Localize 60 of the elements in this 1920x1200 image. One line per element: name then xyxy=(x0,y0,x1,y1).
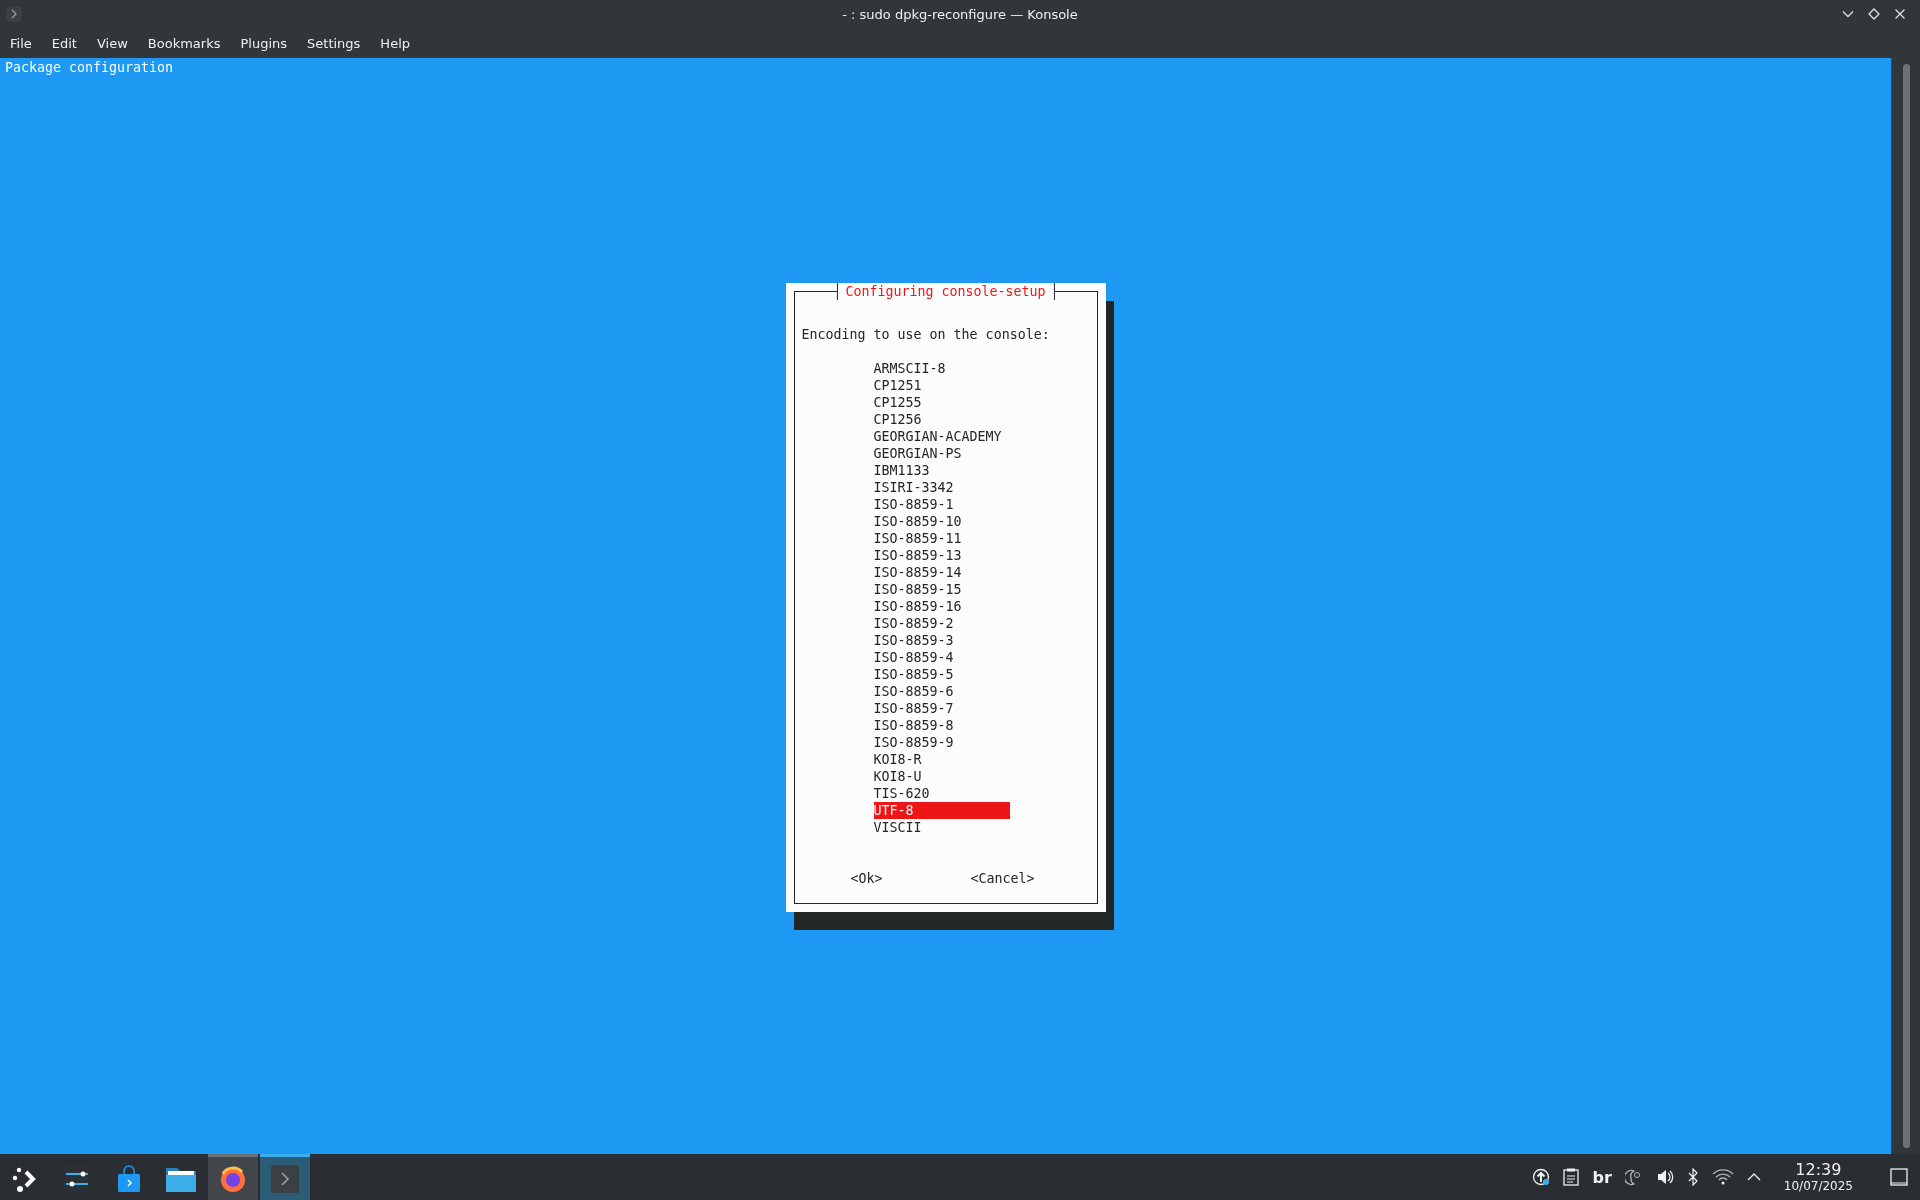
list-option[interactable]: KOI8-R xyxy=(873,750,1010,768)
list-option[interactable]: ISO-8859-5 xyxy=(873,665,1010,683)
list-option[interactable]: ISO-8859-16 xyxy=(873,597,1010,615)
show-desktop-icon[interactable] xyxy=(1890,1168,1908,1186)
dialog-button[interactable]: <Ok> xyxy=(850,869,883,887)
list-option[interactable]: CP1251 xyxy=(873,376,1010,394)
browser-icon xyxy=(219,1164,247,1193)
list-option[interactable]: ISO-8859-7 xyxy=(873,699,1010,717)
list-option[interactable]: ISO-8859-10 xyxy=(873,512,1010,530)
shopping-bag-icon xyxy=(115,1164,143,1193)
menu-item[interactable]: Bookmarks xyxy=(139,31,229,55)
clock-date: 10/07/2025 xyxy=(1783,1180,1853,1192)
list-option[interactable]: UTF-8 xyxy=(873,801,1010,819)
window-title: - : sudo dpkg-reconfigure — Konsole xyxy=(842,6,1078,22)
minimize-icon[interactable] xyxy=(1842,8,1854,20)
menu-item[interactable]: Settings xyxy=(299,31,369,55)
clipboard-icon[interactable] xyxy=(1563,1168,1580,1186)
menu-item[interactable]: Edit xyxy=(43,31,85,55)
list-option[interactable]: ISO-8859-2 xyxy=(873,614,1010,632)
menu-item[interactable]: Help xyxy=(372,31,418,55)
list-option[interactable]: GEORGIAN-ACADEMY xyxy=(873,427,1010,445)
list-option[interactable]: ISO-8859-11 xyxy=(873,529,1010,547)
wifi-icon[interactable] xyxy=(1711,1169,1734,1185)
list-option[interactable]: ISIRI-3342 xyxy=(873,478,1010,496)
clock[interactable]: 12:39 10/07/2025 xyxy=(1783,1162,1853,1192)
list-option[interactable]: ISO-8859-13 xyxy=(873,546,1010,564)
terminal-header: Package configuration xyxy=(4,59,174,76)
list-option[interactable]: ISO-8859-9 xyxy=(873,733,1010,751)
menu-item[interactable]: Plugins xyxy=(232,31,296,55)
list-option[interactable]: KOI8-U xyxy=(873,767,1010,785)
dialog-prompt: Encoding to use on the console: xyxy=(800,325,1051,343)
list-option[interactable]: ISO-8859-6 xyxy=(873,682,1010,700)
volume-icon[interactable] xyxy=(1655,1168,1674,1186)
terminal-icon xyxy=(271,1164,299,1193)
list-option[interactable]: CP1255 xyxy=(873,393,1010,411)
terminal-icon[interactable] xyxy=(6,6,22,22)
list-option[interactable]: ARMSCII-8 xyxy=(873,359,1010,377)
clock-time: 12:39 xyxy=(1795,1162,1842,1178)
list-option[interactable]: VISCII xyxy=(873,818,1010,836)
list-option[interactable]: ISO-8859-8 xyxy=(873,716,1010,734)
menu-item[interactable]: File xyxy=(2,31,40,55)
chevron-up-icon[interactable] xyxy=(1746,1172,1761,1182)
maximize-icon[interactable] xyxy=(1868,8,1880,20)
list-option[interactable]: IBM1133 xyxy=(873,461,1010,479)
keyboard-layout-indicator[interactable]: br xyxy=(1592,1167,1612,1187)
list-option[interactable]: ISO-8859-15 xyxy=(873,580,1010,598)
menu-item[interactable]: View xyxy=(88,31,136,55)
bluetooth-icon[interactable] xyxy=(1686,1168,1699,1186)
update-icon[interactable] xyxy=(1532,1168,1551,1186)
dialog-title: Configuring console-setup xyxy=(836,282,1055,300)
list-option[interactable]: TIS-620 xyxy=(873,784,1010,802)
list-option[interactable]: CP1256 xyxy=(873,410,1010,428)
list-option[interactable]: ISO-8859-4 xyxy=(873,648,1010,666)
list-option[interactable]: GEORGIAN-PS xyxy=(873,444,1010,462)
night-light-icon[interactable] xyxy=(1624,1168,1643,1186)
list-option[interactable]: ISO-8859-3 xyxy=(873,631,1010,649)
list-option[interactable]: ISO-8859-1 xyxy=(873,495,1010,513)
dialog-button[interactable]: <Cancel> xyxy=(970,869,1035,887)
close-icon[interactable] xyxy=(1894,8,1906,20)
list-option[interactable]: ISO-8859-14 xyxy=(873,563,1010,581)
